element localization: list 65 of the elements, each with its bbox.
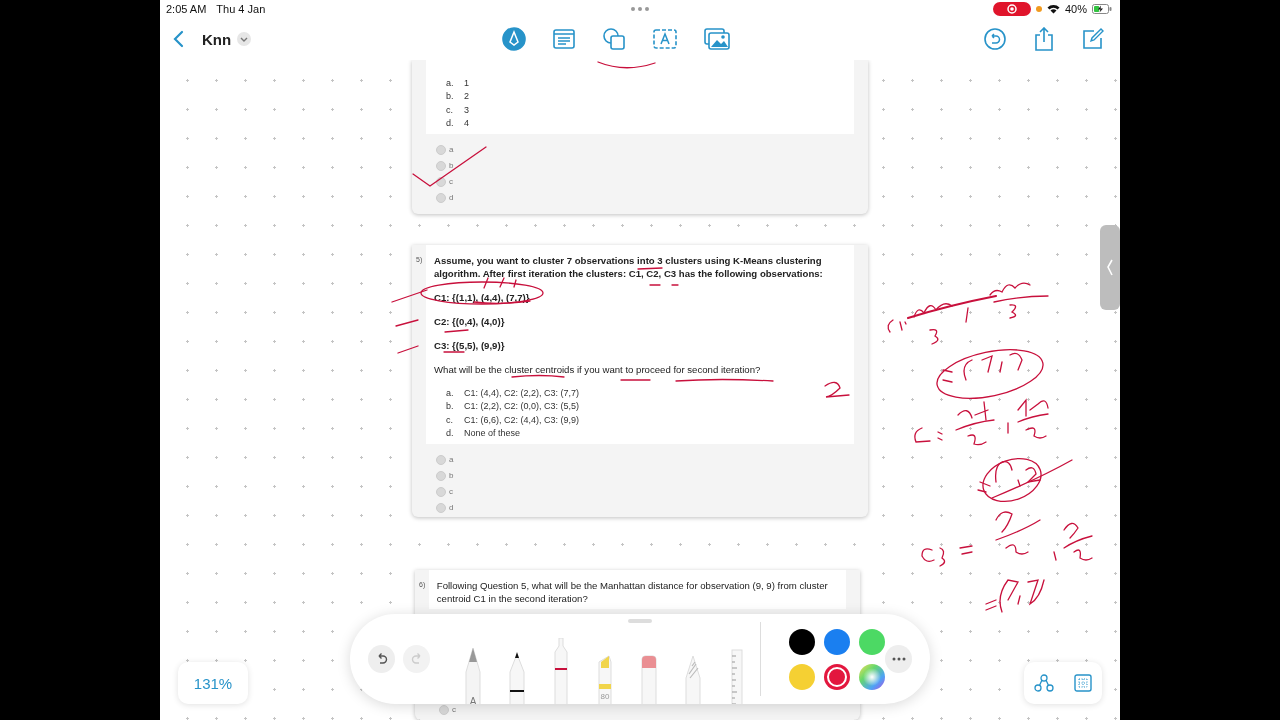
shapes-icon[interactable] <box>602 27 626 51</box>
wifi-icon <box>1046 4 1060 14</box>
option-letter: b. <box>446 91 455 102</box>
option-letter: a. <box>446 387 455 398</box>
side-panel-handle[interactable] <box>1100 225 1120 310</box>
color-swatch[interactable] <box>789 628 815 655</box>
undo-history-icon[interactable] <box>984 28 1006 50</box>
radio-option[interactable]: b <box>436 470 868 481</box>
question-text: What will be the cluster centroids if you want to proceed for second iteration? <box>434 363 762 376</box>
edit-icon[interactable] <box>1082 28 1104 50</box>
connector-icon[interactable] <box>1034 674 1054 692</box>
ink-curve-drawing <box>597 61 656 69</box>
option-text: C1: (4,4), C2: (2,2), C3: (7,7) <box>464 387 580 398</box>
tool-label: 80 <box>599 692 611 701</box>
option-text: None of these <box>464 428 521 439</box>
text-box-icon[interactable] <box>653 29 677 49</box>
question-text: Assume, you want to cluster 7 observations into 3 clusters using K-Means clustering algorithm. After first iteration the clusters: C1, C2, C3 has the following observations: <box>434 254 824 280</box>
option-text: 1 <box>464 77 469 88</box>
radio-option[interactable]: d <box>436 192 868 203</box>
color-swatch[interactable] <box>859 628 885 655</box>
grid-icon[interactable] <box>1074 674 1092 692</box>
option-text: 4 <box>464 118 469 129</box>
radio-option[interactable]: c <box>436 176 868 187</box>
privacy-dot-icon <box>1035 6 1042 12</box>
option-text: C1: (2,2), C2: (0,0), C3: (5,5) <box>464 401 580 412</box>
share-icon[interactable] <box>1034 27 1054 51</box>
option-text: C1: (6,6), C2: (4,4), C3: (9,9) <box>464 414 580 425</box>
color-swatch[interactable] <box>789 663 815 690</box>
radio-option[interactable]: c <box>436 486 868 497</box>
battery-icon <box>1092 4 1112 14</box>
photos-icon[interactable] <box>704 28 730 50</box>
color-wheel-icon[interactable] <box>859 663 885 690</box>
option-letter: a. <box>446 77 455 88</box>
radio-option[interactable]: b <box>436 160 868 171</box>
option-letter: c. <box>446 414 454 425</box>
option-letter: b. <box>446 401 455 412</box>
more-dots-icon[interactable] <box>630 6 650 12</box>
option-letter: d. <box>446 428 455 439</box>
color-swatch[interactable] <box>824 663 850 690</box>
zoom-level-button[interactable]: 131% <box>178 662 248 704</box>
question-text: Following Question 5, what will be the Manhattan distance for observation (9, 9) from cluster centroid C1 in the second iteration? <box>436 579 829 605</box>
highlighter-tool[interactable]: 80 <box>594 648 617 704</box>
option-letter: d. <box>446 118 455 129</box>
radio-option[interactable]: a <box>436 454 868 465</box>
status-date: Thu 4 Jan <box>216 3 266 15</box>
option-text: 2 <box>464 91 469 102</box>
more-icon <box>891 657 906 661</box>
handwritten-digit-drawing <box>824 381 850 398</box>
radio-option[interactable]: d <box>436 502 868 513</box>
battery-percent: 40% <box>1064 3 1087 15</box>
back-icon[interactable] <box>172 30 184 48</box>
note-icon[interactable] <box>553 29 575 49</box>
recording-indicator-icon[interactable] <box>992 2 1031 16</box>
more-button[interactable] <box>885 645 912 673</box>
title-menu-icon[interactable] <box>237 32 252 46</box>
option-letter: c. <box>446 104 454 115</box>
undo-button[interactable] <box>368 645 395 673</box>
board-title[interactable]: Knn <box>202 30 232 48</box>
color-swatch[interactable] <box>824 628 850 655</box>
status-time: 2:05 AM <box>166 3 207 15</box>
question-text: C2: {(0,4), (4,0)} <box>434 315 506 328</box>
radio-option[interactable]: a <box>436 144 868 155</box>
option-text: 3 <box>464 104 469 115</box>
pen-tool-icon[interactable] <box>502 27 526 51</box>
question-text: C3: {(5,5), (9,9)} <box>434 339 506 352</box>
